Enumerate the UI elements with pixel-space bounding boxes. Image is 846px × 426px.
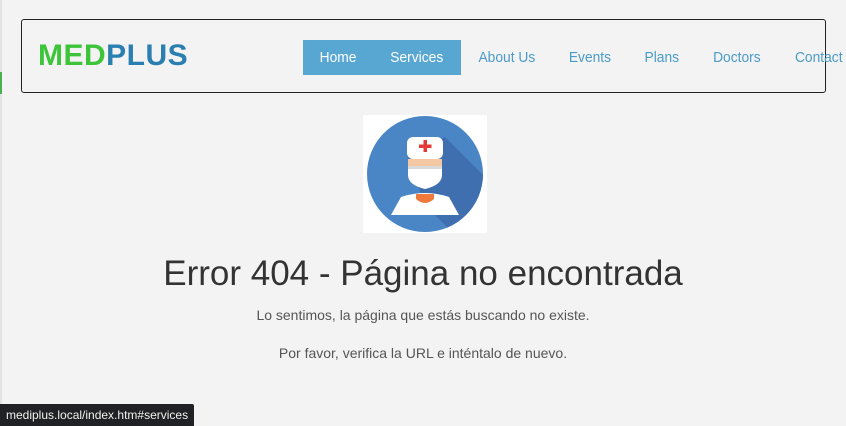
error-message-secondary: Por favor, verifica la URL e inténtalo d…: [278, 345, 568, 361]
edge-indicator: [0, 72, 2, 94]
top-navbar: MEDPLUS Home Services About Us Events Pl…: [21, 19, 846, 93]
nav-item-plans[interactable]: Plans: [631, 40, 693, 75]
error-title: Error 404 - Página no encontrada: [163, 254, 683, 293]
nav-item-events[interactable]: Events: [555, 40, 625, 75]
logo-part-plus: PLUS: [106, 39, 189, 72]
doctor-avatar: [363, 115, 487, 233]
nav-item-home[interactable]: Home: [303, 40, 374, 75]
nav-item-about-us[interactable]: About Us: [464, 40, 548, 75]
window-left-edge: [0, 0, 2, 426]
nav-item-services-label: Services: [390, 49, 444, 66]
logo-part-med: MED: [38, 39, 107, 72]
site-logo[interactable]: MEDPLUS: [38, 36, 188, 76]
nav-item-home-label: Home: [319, 49, 357, 66]
nav-item-contact-us[interactable]: Contact Us: [781, 40, 846, 75]
nav-item-services[interactable]: Services: [373, 40, 461, 75]
nav-item-doctors[interactable]: Doctors: [699, 40, 774, 75]
error-message-primary: Lo sentimos, la página que estás buscand…: [256, 307, 590, 323]
status-bar-url: mediplus.local/index.htm#services: [0, 404, 195, 426]
main-nav: Home Services About Us Events Plans Doct…: [303, 40, 846, 75]
doctor-avatar-icon: [367, 116, 483, 232]
